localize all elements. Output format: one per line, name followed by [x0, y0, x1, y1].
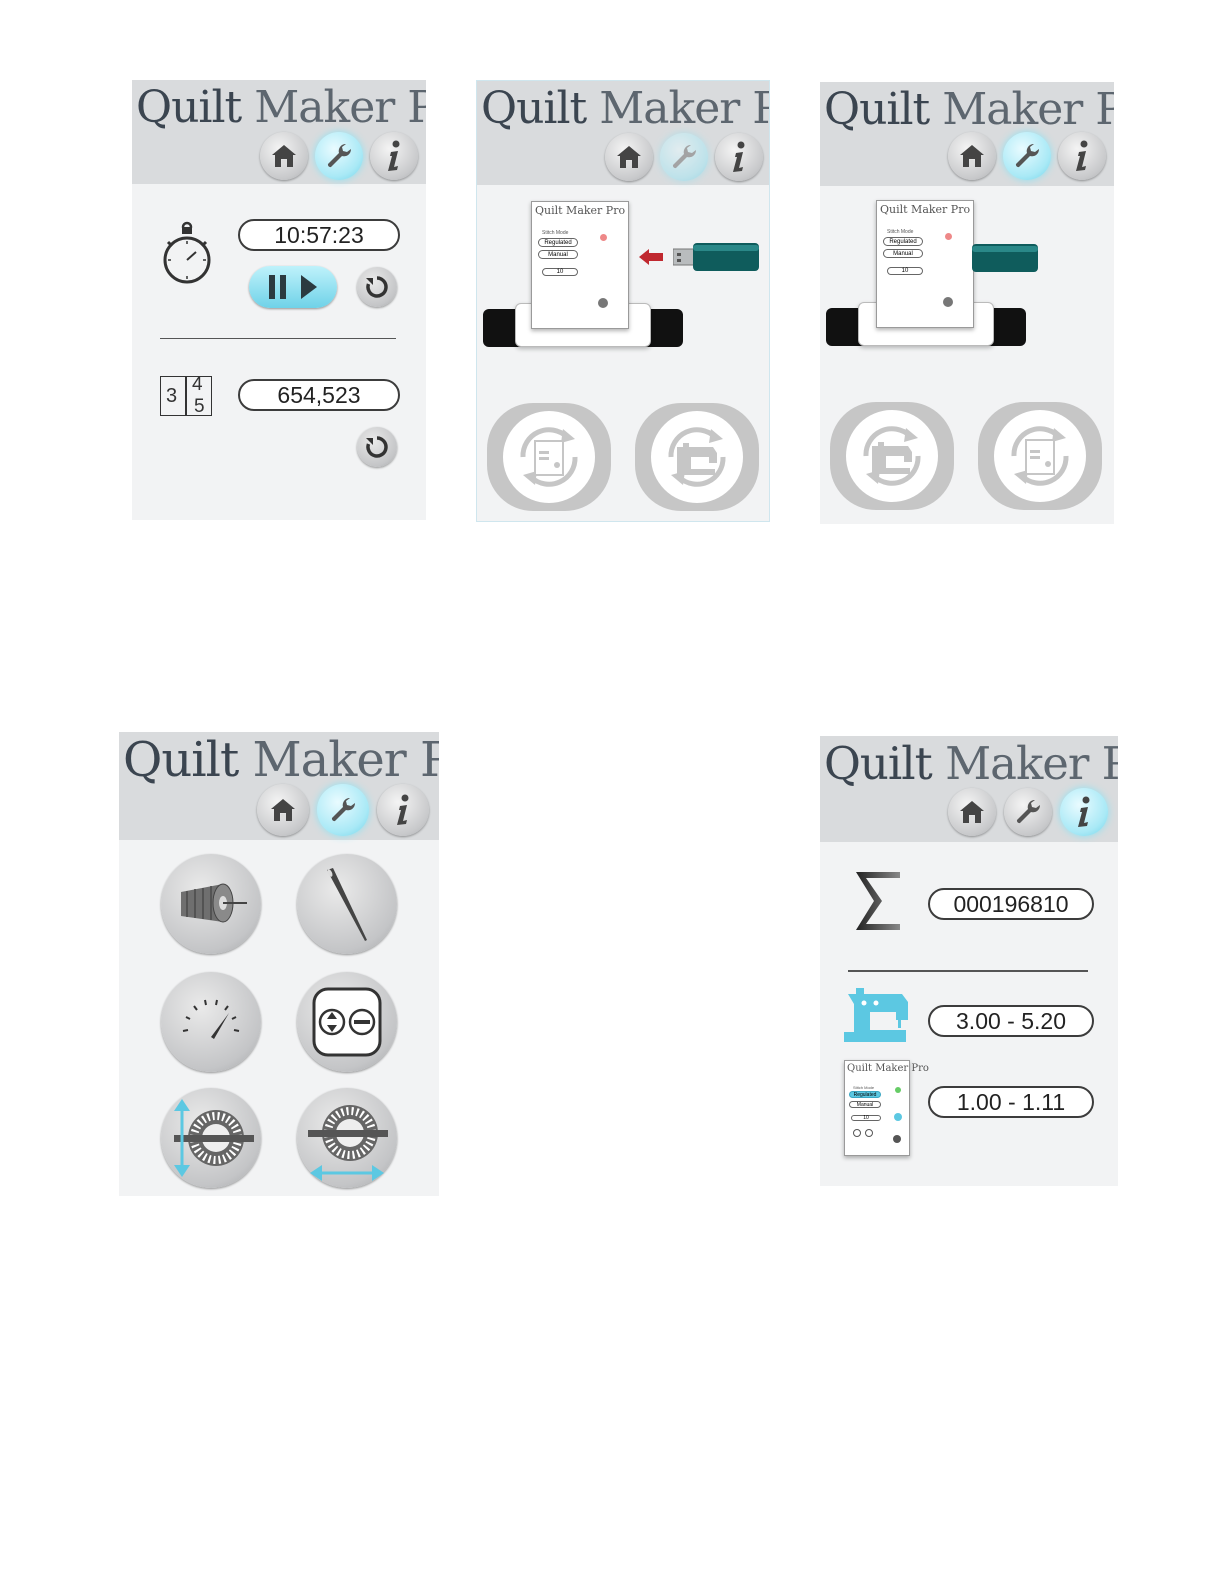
- update-controller-button[interactable]: [978, 402, 1102, 510]
- settings-button[interactable]: [315, 132, 363, 180]
- app-logo: Quilt Maker Pro: [481, 83, 769, 134]
- header: Quilt Maker Pro: [119, 732, 439, 840]
- info-icon: [1078, 796, 1090, 827]
- gauge-icon: [182, 999, 240, 1039]
- maintenance-panel: Quilt Maker Pro: [119, 732, 439, 1196]
- home-button[interactable]: [260, 132, 308, 180]
- info-icon: [397, 794, 409, 825]
- info-button[interactable]: [370, 132, 418, 180]
- settings-button[interactable]: [660, 133, 708, 181]
- reset-icon: [366, 436, 388, 458]
- info-button[interactable]: [1058, 132, 1106, 180]
- encoder-vertical-icon: [174, 1099, 254, 1177]
- timer-panel: Quilt Maker Pro 10:57:23 3 4 5 654,523: [132, 80, 426, 520]
- home-icon: [272, 145, 296, 167]
- usb-update-panel: Quilt Maker Pro Quilt Maker Pro Stitch M…: [476, 80, 770, 522]
- needle-button[interactable]: [297, 854, 397, 954]
- info-button[interactable]: [377, 784, 429, 836]
- info-button[interactable]: [1060, 788, 1108, 836]
- encoder-horizontal-button[interactable]: [297, 1088, 397, 1188]
- info-button[interactable]: [715, 133, 763, 181]
- controller-refresh-icon: [1011, 426, 1069, 486]
- controller-device-image: Quilt Maker Pro Stitch Mode Regulated Ma…: [531, 201, 629, 329]
- wrench-icon: [1016, 799, 1041, 824]
- info-icon: [733, 141, 745, 172]
- pause-play-button[interactable]: [249, 266, 337, 308]
- usb-drive-inserted-icon: [972, 244, 1038, 272]
- app-logo: Quilt Maker Pro: [136, 82, 426, 133]
- controller-device-image: Quilt Maker Pro Stitch Mode Regulated Ma…: [876, 200, 974, 328]
- total-stitches-display: 000196810: [928, 888, 1094, 920]
- needle-icon: [327, 868, 367, 941]
- sigma-icon: [856, 872, 900, 930]
- bobbin-button[interactable]: [161, 854, 261, 954]
- settings-button[interactable]: [317, 784, 369, 836]
- controller-device-image: Quilt Maker Pro Stitch Mode Regulated Ma…: [844, 1060, 929, 1156]
- encoder-vertical-button[interactable]: [161, 1088, 261, 1188]
- settings-button[interactable]: [1003, 132, 1051, 180]
- header: Quilt Maker Pro: [132, 80, 426, 184]
- reset-icon: [366, 276, 388, 298]
- sewing-machine-icon: [844, 988, 908, 1042]
- reset-timer-button[interactable]: [357, 267, 397, 307]
- stitch-counter-icon: 3 4 5: [160, 374, 212, 417]
- home-button[interactable]: [257, 784, 309, 836]
- divider: [848, 970, 1088, 972]
- header: Quilt Maker Pro: [477, 81, 769, 185]
- wrench-icon: [1015, 143, 1040, 168]
- sewing-machine-refresh-icon: [668, 427, 726, 487]
- info-panel: Quilt Maker Pro 000196810 3.00 - 5.20 Qu…: [820, 736, 1118, 1186]
- pause-icon: [269, 275, 286, 299]
- stitch-counter-display: 654,523: [238, 379, 400, 411]
- stitch-settings-icon: [312, 987, 382, 1057]
- wrench-icon: [327, 143, 352, 168]
- info-icon: [1076, 140, 1088, 171]
- home-icon: [960, 801, 984, 823]
- controller-version-display: 1.00 - 1.11: [928, 1086, 1094, 1118]
- reset-counter-button[interactable]: [357, 427, 397, 467]
- home-button[interactable]: [948, 788, 996, 836]
- divider: [160, 338, 396, 339]
- home-icon: [960, 145, 984, 167]
- usb-inserted-panel: Quilt Maker Pro Quilt Maker Pro Stitch M…: [820, 82, 1114, 524]
- home-button[interactable]: [948, 132, 996, 180]
- tension-gauge-button[interactable]: [161, 972, 261, 1072]
- play-icon: [301, 275, 317, 299]
- home-button[interactable]: [605, 133, 653, 181]
- usb-drive-icon: [673, 243, 759, 271]
- insert-arrow-icon: [639, 249, 663, 265]
- bobbin-icon: [181, 883, 247, 923]
- app-logo: Quilt Maker Pro: [824, 84, 1114, 135]
- info-icon: [388, 140, 400, 171]
- stitch-settings-button[interactable]: [297, 972, 397, 1072]
- controller-refresh-icon: [520, 427, 578, 487]
- sewing-machine-refresh-icon: [863, 426, 921, 486]
- update-machine-button[interactable]: [830, 402, 954, 510]
- wrench-icon: [672, 144, 697, 169]
- header: Quilt Maker Pro: [820, 736, 1118, 842]
- machine-version-display: 3.00 - 5.20: [928, 1005, 1094, 1037]
- app-logo: Quilt Maker Pro: [123, 732, 439, 788]
- update-controller-button[interactable]: [487, 403, 611, 511]
- app-logo: Quilt Maker Pro: [824, 737, 1118, 790]
- update-machine-button[interactable]: [635, 403, 759, 511]
- settings-button[interactable]: [1004, 788, 1052, 836]
- encoder-horizontal-icon: [308, 1105, 388, 1181]
- stopwatch-icon: [163, 221, 211, 284]
- header: Quilt Maker Pro: [820, 82, 1114, 186]
- wrench-icon: [331, 797, 356, 822]
- home-icon: [271, 799, 295, 821]
- timer-display: 10:57:23: [238, 219, 400, 251]
- home-icon: [617, 146, 641, 168]
